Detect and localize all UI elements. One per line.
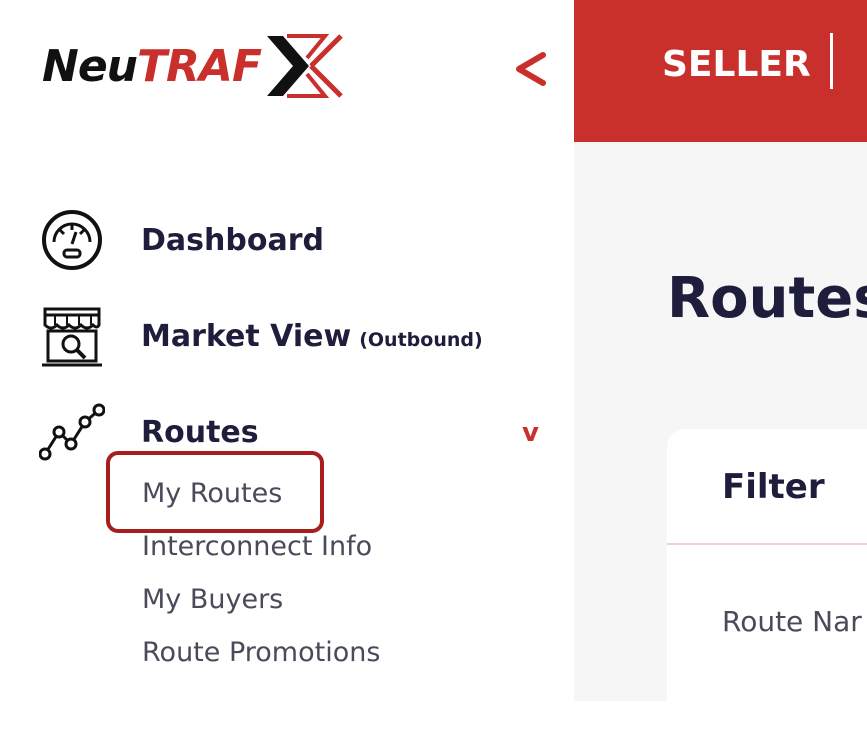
page-title: Routes [667,266,867,331]
main-content: Routes Filter Route Nar [574,142,867,749]
filter-divider [667,543,867,545]
market-view-sublabel: (Outbound) [359,328,483,351]
submenu-item-my-buyers[interactable]: My Buyers [142,576,380,629]
logo-neu: Neu [42,40,138,92]
speedometer-icon [38,206,106,274]
sidebar-item-market-view[interactable]: Market View (Outbound) [38,302,483,370]
filter-card: Filter Route Nar [667,429,867,749]
highlight-box [106,451,324,533]
logo-x-mark-icon [267,34,343,98]
sidebar-item-label: Dashboard [141,222,324,258]
sidebar-item-label: Routes [141,414,259,450]
sidebar-item-dashboard[interactable]: Dashboard [38,206,324,274]
sidebar: Neu TRAF Dashboard Market View (Outbound… [0,0,574,701]
market-view-label: Market View [141,318,352,354]
brand-logo[interactable]: Neu TRAF [42,32,345,100]
sidebar-item-label: Market View (Outbound) [141,319,483,354]
submenu-item-route-promotions[interactable]: Route Promotions [142,629,380,682]
chevron-down-icon[interactable]: v [522,418,539,448]
route-name-label: Route Nar [722,605,862,638]
role-switch-seller[interactable]: SELLER [662,44,811,85]
market-store-icon [38,302,106,370]
chevron-left-icon [516,52,546,86]
top-bar: SELLER [574,0,867,142]
logo-traf: TRAF [137,40,262,92]
filter-title: Filter [722,467,825,507]
topbar-divider [830,33,833,89]
routes-graph-icon [38,398,106,466]
sidebar-collapse-button[interactable] [510,44,550,94]
